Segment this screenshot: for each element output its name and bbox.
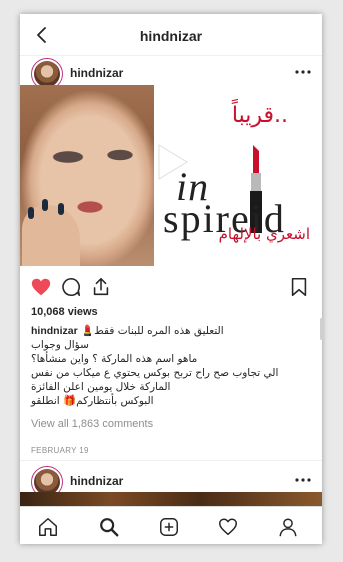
post-video[interactable]: قريباً.. in spireid اشعري بالإلهام: [20, 85, 322, 266]
more-options-icon[interactable]: [294, 66, 312, 78]
phone-frame: hindnizar hindnizar قريباً.. in spireid …: [20, 14, 322, 544]
view-all-comments-link[interactable]: View all 1,863 comments: [31, 418, 153, 430]
home-icon[interactable]: [37, 516, 59, 538]
view-count[interactable]: 10,068 views: [31, 306, 98, 318]
activity-heart-icon[interactable]: [217, 516, 239, 538]
caption-line: hindnizar 💄التعليق هذه المره للبنات فقط: [31, 324, 313, 338]
share-icon[interactable]: [90, 276, 112, 298]
page-title: hindnizar: [139, 28, 203, 44]
caption-line: البوكس بأنتظاركم🎁 انطلقو: [31, 395, 154, 407]
caption-line: ماهو اسم هذه الماركة ؟ واين منشأها؟: [31, 353, 198, 365]
search-icon[interactable]: [98, 516, 120, 538]
post-date: FEBRUARY 19: [31, 446, 89, 455]
heart-icon[interactable]: [30, 276, 52, 298]
top-nav-bar: hindnizar: [20, 14, 322, 56]
ad-headline-arabic: قريباً..: [231, 103, 288, 128]
profile-icon[interactable]: [277, 516, 299, 538]
post-username[interactable]: hindnizar: [70, 66, 123, 80]
post-actions: [20, 272, 322, 302]
caption-line: سؤال وجواب: [31, 339, 89, 351]
play-icon[interactable]: [147, 139, 193, 185]
caption-username[interactable]: hindnizar: [31, 325, 78, 337]
divider: [20, 460, 322, 461]
post-caption: hindnizar 💄التعليق هذه المره للبنات فقط …: [31, 324, 313, 408]
ad-tagline-arabic: اشعري بالإلهام: [218, 225, 310, 243]
caption-line: الي تجاوب صح راح تربح بوكس يحتوي ع ميكاب…: [31, 367, 279, 379]
caption-line: الماركة خلال يومين اعلن الفائزة: [31, 381, 171, 393]
new-post-icon[interactable]: [158, 516, 180, 538]
more-options-icon[interactable]: [294, 474, 312, 486]
comment-icon[interactable]: [60, 276, 82, 298]
nail-mark: [42, 199, 48, 211]
post-username[interactable]: hindnizar: [70, 474, 123, 488]
caption-text: 💄التعليق هذه المره للبنات فقط: [81, 325, 224, 337]
scrollbar-thumb[interactable]: [320, 318, 323, 340]
bookmark-icon[interactable]: [288, 276, 310, 298]
bottom-tab-bar: [20, 506, 322, 544]
nail-mark: [58, 203, 64, 215]
nail-mark: [28, 207, 34, 219]
